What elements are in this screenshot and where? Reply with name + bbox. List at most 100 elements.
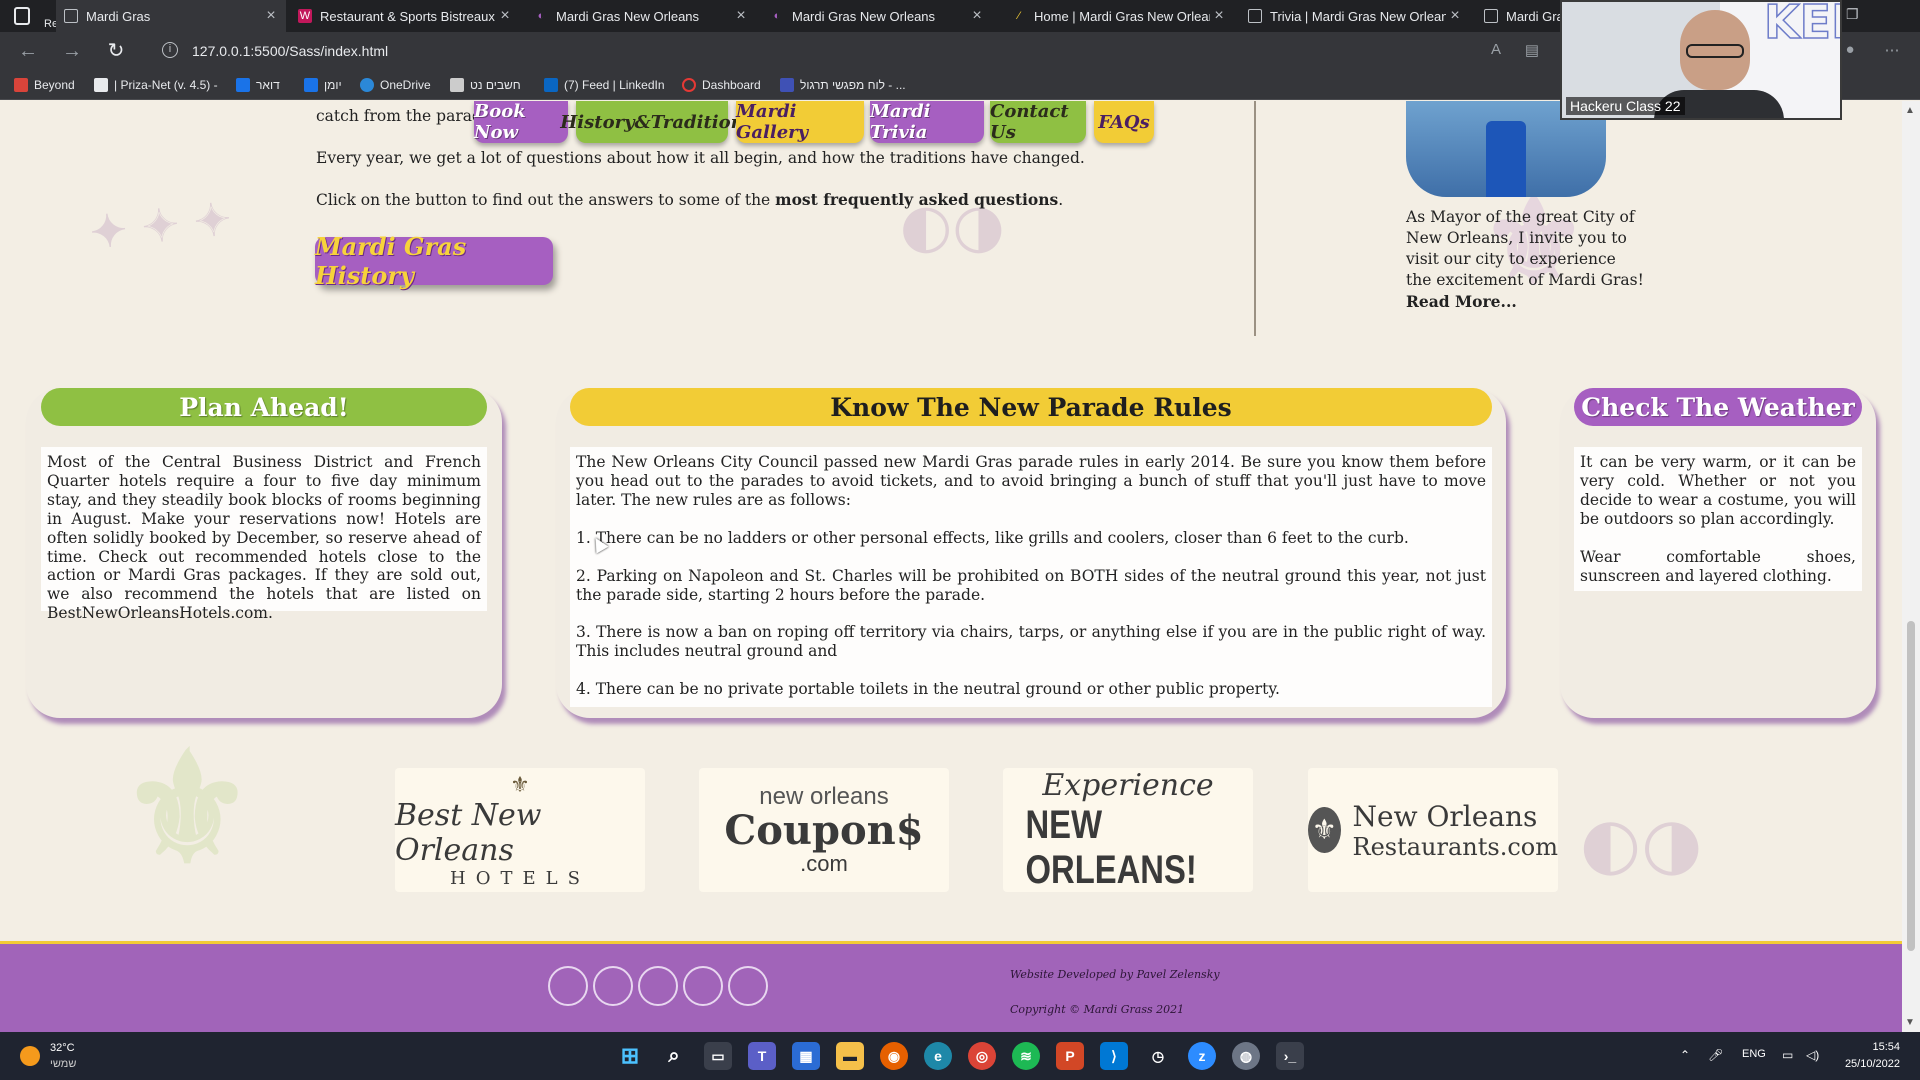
bookmark-label: OneDrive <box>380 78 431 92</box>
reader-view-icon[interactable]: ▤ <box>1522 41 1542 61</box>
mask-icon: ◐ <box>773 10 781 22</box>
outlook-icon <box>236 78 250 92</box>
tab-trivia[interactable]: Trivia | Mardi Gras New Orleans × <box>1240 0 1470 32</box>
social-icon-5[interactable] <box>728 966 768 1006</box>
volume-icon[interactable]: ◁) <box>1806 1048 1819 1062</box>
close-icon[interactable]: × <box>1210 7 1228 25</box>
nav-mardi-trivia[interactable]: Mardi Trivia <box>870 101 984 143</box>
zoom-icon[interactable]: z <box>1188 1042 1216 1070</box>
edge-icon[interactable]: e <box>924 1042 952 1070</box>
intro-line-2-suffix: . <box>1058 191 1064 209</box>
scroll-up-icon[interactable]: ▲ <box>1905 105 1915 116</box>
page-scrollbar[interactable]: ▲ ▼ <box>1902 101 1920 1032</box>
intro-fragment: catch from the parad <box>316 107 482 125</box>
powerpoint-icon[interactable]: P <box>1056 1042 1084 1070</box>
close-icon[interactable]: × <box>262 7 280 25</box>
weather-condition[interactable]: שמשי <box>50 1058 76 1070</box>
nav-history-tradition[interactable]: History&Tradition <box>560 101 744 143</box>
search-icon[interactable]: ⌕ <box>660 1042 688 1070</box>
nav-book-now[interactable]: Book Now <box>474 101 568 143</box>
close-icon[interactable]: × <box>732 7 750 25</box>
read-aloud-icon[interactable]: A <box>1486 41 1506 61</box>
read-more-link[interactable]: Read More... <box>1406 292 1517 311</box>
new-orleans-coupons-logo[interactable]: new orleans Coupon$ .com <box>699 768 949 892</box>
firefox-icon[interactable]: ◉ <box>880 1042 908 1070</box>
social-icon-4[interactable] <box>683 966 723 1006</box>
more-menu-icon[interactable]: ⋯ <box>1882 41 1902 61</box>
bookmark-hashavim[interactable]: חשבים נט <box>450 76 521 94</box>
grid-icon <box>450 78 464 92</box>
scroll-thumb[interactable] <box>1907 621 1915 951</box>
chrome-icon[interactable]: ◎ <box>968 1042 996 1070</box>
tab-title: Restaurant & Sports Bistreaux | \ <box>320 8 496 24</box>
social-icon-1[interactable] <box>548 966 588 1006</box>
profile-avatar[interactable]: ● <box>1840 41 1860 61</box>
reload-icon[interactable]: ↻ <box>104 39 128 63</box>
bookmark-beyond[interactable]: Beyond <box>14 76 75 94</box>
scroll-down-icon[interactable]: ▼ <box>1905 1017 1915 1028</box>
webcam-overlay: KER Hackeru Class 22 <box>1560 0 1842 120</box>
tab-home[interactable]: ⁄ Home | Mardi Gras New Orleans × <box>1004 0 1234 32</box>
terminal-icon[interactable]: ›_ <box>1276 1042 1304 1070</box>
close-icon[interactable]: × <box>968 7 986 25</box>
back-icon[interactable]: ← <box>16 39 40 63</box>
language-indicator[interactable]: ENG <box>1742 1048 1766 1060</box>
tab-mardi-gras-new-orleans-1[interactable]: ◐ Mardi Gras New Orleans × <box>526 0 756 32</box>
clock-time[interactable]: 15:54 <box>1852 1041 1900 1053</box>
tab-mardi-gras-2[interactable]: Mardi Gras <box>1476 0 1560 32</box>
linkedin-icon <box>544 78 558 92</box>
tab-mardi-gras-active[interactable]: Mardi Gras × <box>56 0 286 32</box>
task-view-icon[interactable]: ▭ <box>704 1042 732 1070</box>
new-orleans-restaurants-logo[interactable]: ⚜ New Orleans Restaurants.com <box>1308 768 1558 892</box>
teams-icon[interactable]: T <box>748 1042 776 1070</box>
tab-mardi-gras-new-orleans-2[interactable]: ◐ Mardi Gras New Orleans × <box>762 0 992 32</box>
url-field[interactable]: i 127.0.0.1:5500/Sass/index.html <box>152 36 1552 66</box>
nav-mardi-gallery[interactable]: Mardi Gallery <box>736 101 864 143</box>
start-icon[interactable]: ⊞ <box>616 1042 644 1070</box>
page-viewport: ✦ ✦ ✦ ◐◑ ⚜ ◐◑ ⚜ catch from the parad Eve… <box>0 101 1902 1032</box>
mardi-gras-history-button[interactable]: Mardi Gras History <box>315 232 553 290</box>
page-icon <box>1248 9 1262 23</box>
bookmark-mail[interactable]: דואר <box>236 76 280 94</box>
social-icon-2[interactable] <box>593 966 633 1006</box>
url-text[interactable]: 127.0.0.1:5500/Sass/index.html <box>192 43 388 59</box>
chevron-up-icon[interactable]: ⌃ <box>1680 1048 1690 1062</box>
vscode-icon[interactable]: ⟩ <box>1100 1042 1128 1070</box>
bookmark-practice-board[interactable]: לוח מפגשי תרגול - ... <box>780 76 906 94</box>
store-icon[interactable]: ▦ <box>792 1042 820 1070</box>
restore-window-icon[interactable]: ❐ <box>1846 6 1859 23</box>
partner-line1: Experience <box>1042 767 1214 803</box>
mayor-message-text: As Mayor of the great City of New Orlean… <box>1406 208 1644 290</box>
best-new-orleans-hotels-logo[interactable]: ⚜ Best New Orleans HOTELS <box>395 768 645 892</box>
tab-restaurant[interactable]: W Restaurant & Sports Bistreaux | \ × <box>290 0 520 32</box>
microphone-icon[interactable]: 🎤︎ <box>1708 1048 1723 1062</box>
info-icon[interactable]: i <box>162 42 178 58</box>
bookmark-calendar[interactable]: יומן <box>304 76 342 94</box>
close-icon[interactable]: × <box>496 7 514 25</box>
bookmark-priza-net[interactable]: | Priza-Net (v. 4.5) - <box>94 76 218 94</box>
clock-date[interactable]: 25/10/2022 <box>1838 1058 1900 1070</box>
weather-temperature[interactable]: 32°C <box>50 1042 75 1054</box>
experience-new-orleans-logo[interactable]: Experience NEW ORLEANS! <box>1003 768 1253 892</box>
bookmark-label: חשבים נט <box>470 78 521 92</box>
forward-icon[interactable]: → <box>60 39 84 63</box>
spotify-icon[interactable]: ≋ <box>1012 1042 1040 1070</box>
nav-contact-us[interactable]: Contact Us <box>990 101 1086 143</box>
nav-faqs[interactable]: FAQs <box>1094 101 1154 143</box>
plan-ahead-body: Most of the Central Business District an… <box>41 447 487 622</box>
bookmark-dashboard[interactable]: Dashboard <box>682 76 761 94</box>
bookmark-onedrive[interactable]: OneDrive <box>360 76 431 94</box>
network-icon[interactable]: ▭ <box>1782 1048 1793 1062</box>
clock-app-icon[interactable]: ◷ <box>1144 1042 1172 1070</box>
social-icon-3[interactable] <box>638 966 678 1006</box>
vertical-divider <box>1254 101 1256 336</box>
close-icon[interactable]: × <box>1446 7 1464 25</box>
user-app-icon[interactable]: ◍ <box>1232 1042 1260 1070</box>
tab-title: Mardi Gras <box>1506 8 1560 24</box>
sun-icon[interactable] <box>20 1046 40 1066</box>
page-icon <box>1484 9 1498 23</box>
feather-icon: ⁄ <box>1018 10 1020 22</box>
file-explorer-icon[interactable]: ▬ <box>836 1042 864 1070</box>
weather-p1: It can be very warm, or it can be very c… <box>1580 453 1856 528</box>
bookmark-linkedin[interactable]: (7) Feed | LinkedIn <box>544 76 665 94</box>
